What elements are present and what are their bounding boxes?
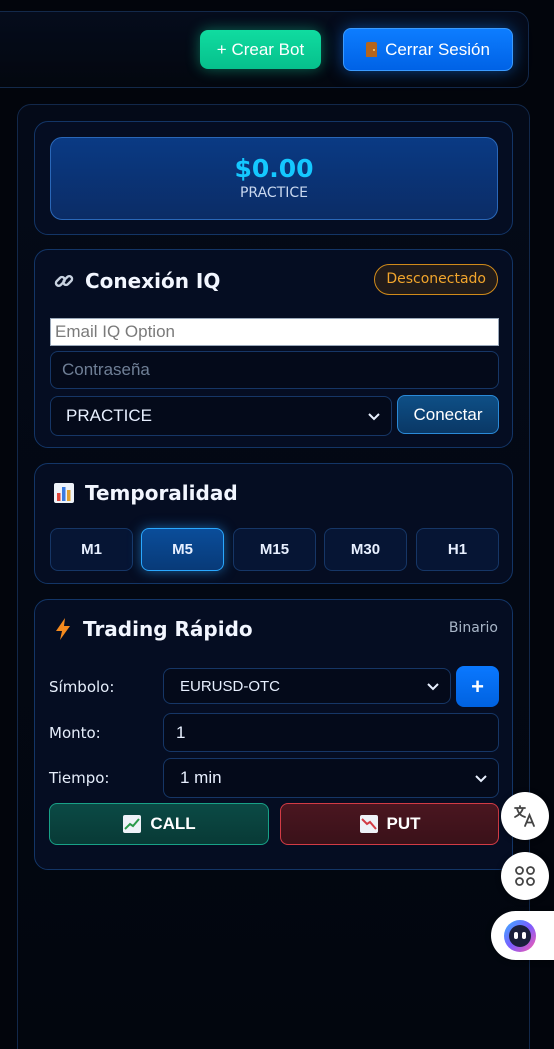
account-type-select[interactable]: PRACTICE xyxy=(50,396,392,436)
trading-title-text: Trading Rápido xyxy=(83,617,253,641)
trading-title: Trading Rápido xyxy=(53,617,253,641)
balance-amount: $0.00 xyxy=(234,154,314,183)
translate-button[interactable] xyxy=(501,792,549,840)
put-label: PUT xyxy=(386,814,421,833)
connection-card: Conexión IQ Desconectado PRACTICE Conect… xyxy=(34,249,513,448)
trading-card: Trading Rápido Binario Símbolo: EURUSD-O… xyxy=(34,599,513,870)
connection-status-badge: Desconectado xyxy=(374,264,498,295)
tab-m1[interactable]: M1 xyxy=(50,528,133,571)
time-label: Tiempo: xyxy=(49,769,110,787)
balance-display: $0.00 PRACTICE xyxy=(50,137,498,220)
time-value: 1 min xyxy=(180,768,222,787)
bar-chart-icon xyxy=(54,483,74,503)
tab-m30[interactable]: M30 xyxy=(324,528,407,571)
account-type-value: PRACTICE xyxy=(66,406,152,425)
add-symbol-button[interactable]: + xyxy=(456,666,499,707)
balance-mode: PRACTICE xyxy=(239,185,308,201)
assistant-logo-icon xyxy=(504,920,536,952)
symbol-label: Símbolo: xyxy=(49,678,115,696)
tab-m5[interactable]: M5 xyxy=(141,528,224,571)
door-icon xyxy=(366,42,378,57)
connection-title: Conexión IQ xyxy=(53,269,220,293)
lightning-icon xyxy=(56,618,70,640)
chevron-down-icon xyxy=(427,683,439,691)
time-select[interactable]: 1 min xyxy=(163,758,499,798)
call-label: CALL xyxy=(150,814,196,833)
chart-increasing-icon xyxy=(123,815,142,833)
chevron-down-icon xyxy=(368,413,380,421)
symbol-select[interactable]: EURUSD-OTC xyxy=(163,668,451,704)
email-field[interactable] xyxy=(50,318,499,346)
trading-mode-label: Binario xyxy=(448,620,498,636)
apps-button[interactable] xyxy=(501,852,549,900)
symbol-value: EURUSD-OTC xyxy=(180,677,280,695)
password-field[interactable] xyxy=(50,351,499,389)
create-bot-button[interactable]: + Crear Bot xyxy=(200,30,321,69)
assistant-button[interactable] xyxy=(491,911,554,960)
tab-m15[interactable]: M15 xyxy=(233,528,316,571)
call-button[interactable]: CALL xyxy=(49,803,269,845)
logout-button[interactable]: Cerrar Sesión xyxy=(343,28,513,71)
chevron-down-icon xyxy=(475,775,487,783)
translate-icon xyxy=(514,805,535,827)
apps-grid-icon xyxy=(515,866,535,886)
amount-label: Monto: xyxy=(49,724,101,742)
connect-button[interactable]: Conectar xyxy=(397,395,499,434)
timeframe-title: Temporalidad xyxy=(53,481,238,505)
amount-field[interactable] xyxy=(163,713,499,752)
put-button[interactable]: PUT xyxy=(280,803,499,845)
timeframe-card: Temporalidad M1 M5 M15 M30 H1 xyxy=(34,463,513,584)
link-icon xyxy=(54,274,74,288)
logout-label: Cerrar Sesión xyxy=(385,39,490,59)
chart-decreasing-icon xyxy=(359,815,378,833)
connection-title-text: Conexión IQ xyxy=(85,269,221,293)
balance-card: $0.00 PRACTICE xyxy=(34,121,513,235)
timeframe-title-text: Temporalidad xyxy=(85,481,238,505)
tab-h1[interactable]: H1 xyxy=(416,528,499,571)
